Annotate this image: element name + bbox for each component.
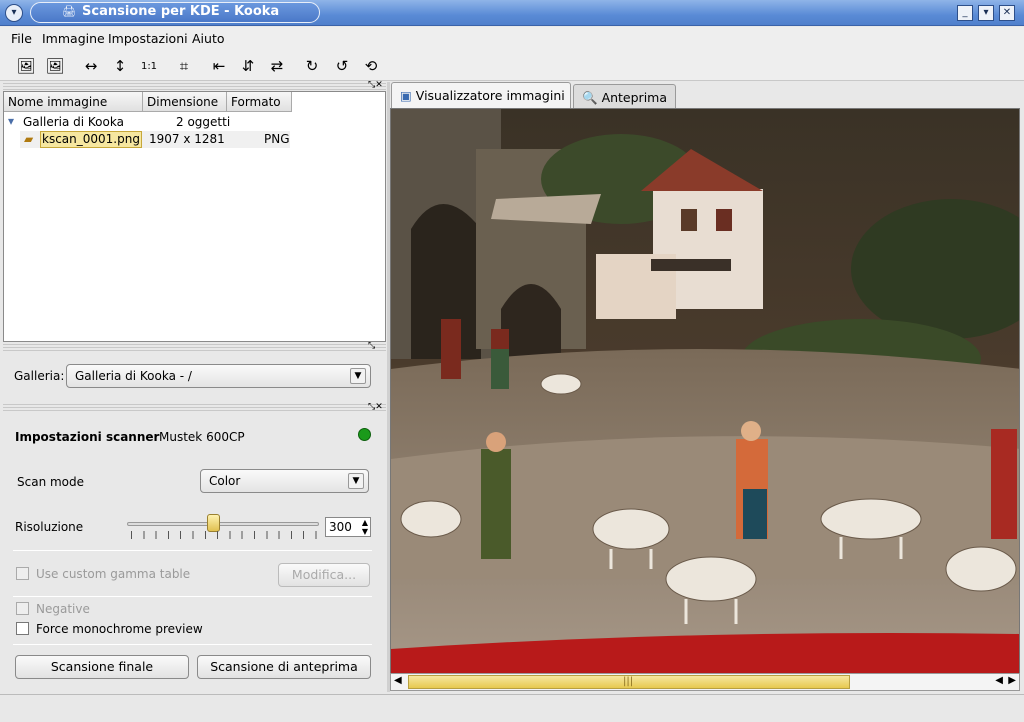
scan-mode-label: Scan mode xyxy=(17,475,85,489)
mirror-both-icon[interactable]: ⇄ xyxy=(265,54,289,78)
negative-checkbox[interactable] xyxy=(16,602,29,615)
image-viewer-icon: ▣ xyxy=(400,88,412,103)
original-size-icon[interactable]: 1:1 xyxy=(137,54,161,78)
menu-settings[interactable]: Impostazioni xyxy=(108,31,188,46)
file-size: 1907 x 1281 xyxy=(149,132,225,146)
menu-help[interactable]: Aiuto xyxy=(192,31,225,46)
fit-width-icon[interactable]: ↔ xyxy=(79,54,103,78)
chevron-down-icon: ▼ xyxy=(348,473,364,489)
gallery-select-label: Galleria: xyxy=(14,369,65,383)
chevron-down-icon: ▼ xyxy=(350,368,366,384)
gamma-checkbox[interactable] xyxy=(16,567,29,580)
fit-height-icon[interactable]: ↕ xyxy=(108,54,132,78)
resolution-spinbox[interactable]: 300 ▲ ▼ xyxy=(325,517,371,537)
tab-preview[interactable]: 🔍 Anteprima xyxy=(573,84,676,108)
minimize-button[interactable]: _ xyxy=(957,5,973,21)
close-button[interactable]: ✕ xyxy=(999,5,1015,21)
rotate-clockwise-icon[interactable]: ↻ xyxy=(300,54,324,78)
scanned-image xyxy=(391,109,1019,673)
rotate-counterclockwise-icon[interactable]: ↺ xyxy=(330,54,354,78)
scanner-settings-heading: Impostazioni scanner xyxy=(15,430,160,444)
gallery-root-size: 2 oggetti xyxy=(176,115,231,129)
folder-icon: ▾ xyxy=(8,114,15,128)
separator xyxy=(13,644,372,645)
resolution-slider-track[interactable] xyxy=(127,522,319,526)
scan-mode-select[interactable]: Color ▼ xyxy=(200,469,369,493)
column-header-format[interactable]: Formato xyxy=(227,92,292,112)
menu-image[interactable]: Immagine xyxy=(42,31,105,46)
magnifier-icon: 🔍 xyxy=(582,90,598,105)
dock-grip-scanner[interactable] xyxy=(3,404,386,413)
crop-icon[interactable]: ⌗ xyxy=(172,54,196,78)
tab-label: Anteprima xyxy=(601,90,668,105)
separator xyxy=(13,550,372,551)
scanner-device-name: Mustek 600CP xyxy=(159,430,245,444)
tab-image-viewer[interactable]: ▣ Visualizzatore immagini xyxy=(391,82,571,108)
dock-grip-gallery-select[interactable] xyxy=(3,344,386,353)
dock-undock-close-icon[interactable]: ⤡ xyxy=(368,341,375,351)
file-format: PNG xyxy=(264,132,290,146)
arrow-left-icon[interactable]: ◀ xyxy=(394,675,402,686)
image-viewer[interactable] xyxy=(390,108,1020,674)
gallery-select[interactable]: Galleria di Kooka - / ▼ xyxy=(66,364,371,388)
resolution-label: Risoluzione xyxy=(15,520,84,534)
dock-undock-close-icon[interactable]: ⤡✕ xyxy=(368,402,383,412)
mono-preview-checkbox[interactable] xyxy=(16,622,29,635)
png-file-icon: ▰ xyxy=(24,132,34,146)
window-menu-button[interactable]: ▾ xyxy=(5,4,23,22)
title-bar: ▾ 🖨 Scansione per KDE - Kooka _ ▾ ✕ xyxy=(0,0,1024,26)
arrow-right-icon[interactable]: ▶ xyxy=(1008,675,1016,686)
tab-label: Visualizzatore immagini xyxy=(415,88,565,103)
menu-bar: File Immagine Impostazioni Aiuto xyxy=(0,27,1024,51)
kooka-app-icon: 🖨 xyxy=(62,5,76,18)
scrollbar-thumb[interactable]: ||| xyxy=(408,675,850,689)
preview-scan-button[interactable]: Scansione di anteprima xyxy=(197,655,371,679)
grip-icon: ||| xyxy=(623,676,634,687)
export-image-icon[interactable]: 🖼 xyxy=(43,54,67,78)
gallery-select-value: Galleria di Kooka - / xyxy=(75,369,192,383)
mirror-horizontal-icon[interactable]: ⇵ xyxy=(236,54,260,78)
negative-label: Negative xyxy=(36,602,90,616)
spin-arrows-icon[interactable]: ▲ ▼ xyxy=(362,518,368,536)
resolution-slider-handle[interactable] xyxy=(207,514,220,532)
gallery-root-name[interactable]: Galleria di Kooka xyxy=(23,115,124,129)
horizontal-scrollbar[interactable]: ◀ ||| ◀ ▶ xyxy=(390,673,1020,691)
gamma-label: Use custom gamma table xyxy=(36,567,191,581)
arrow-left-icon[interactable]: ◀ xyxy=(995,675,1003,686)
toolbar: 🖼 🖼 ↔ ↕ 1:1 ⌗ ⇤ ⇵ ⇄ ↻ ↺ ⟲ xyxy=(0,51,1024,81)
mono-preview-label: Force monochrome preview xyxy=(36,622,203,636)
scanner-status-icon xyxy=(358,428,371,441)
file-name[interactable]: kscan_0001.png xyxy=(42,132,140,146)
column-header-size[interactable]: Dimensione xyxy=(143,92,227,112)
scan-mode-value: Color xyxy=(209,474,241,488)
save-image-icon[interactable]: 🖼 xyxy=(14,54,38,78)
status-bar xyxy=(0,694,1024,722)
dock-undock-close-icon[interactable]: ⤡✕ xyxy=(368,80,383,90)
menu-file[interactable]: File xyxy=(11,31,32,46)
window-title: Scansione per KDE - Kooka xyxy=(82,4,280,19)
slider-ticks xyxy=(131,531,317,539)
resolution-value: 300 xyxy=(329,520,352,534)
separator xyxy=(13,596,372,597)
maximize-button[interactable]: ▾ xyxy=(978,5,994,21)
final-scan-button[interactable]: Scansione finale xyxy=(15,655,189,679)
column-header-name[interactable]: Nome immagine xyxy=(4,92,143,112)
edit-gamma-button[interactable]: Modifica... xyxy=(278,563,370,587)
rotate-180-icon[interactable]: ⟲ xyxy=(359,54,383,78)
mirror-vertical-icon[interactable]: ⇤ xyxy=(207,54,231,78)
